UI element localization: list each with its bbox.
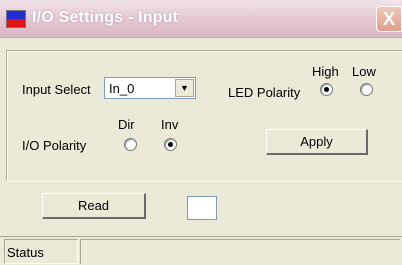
apply-button[interactable]: Apply — [266, 129, 368, 155]
app-icon — [6, 10, 26, 28]
led-polarity-label: LED Polarity — [228, 85, 301, 100]
led-polarity-low-label: Low — [352, 64, 376, 79]
status-label-pane: Status — [4, 239, 78, 264]
io-polarity-dir-radio[interactable] — [124, 138, 137, 151]
settings-group — [6, 50, 402, 182]
input-select-label: Input Select — [22, 82, 91, 97]
chevron-down-icon[interactable]: ▼ — [175, 79, 194, 97]
io-settings-window: I/O Settings - Input X Input Select In_0… — [0, 0, 402, 265]
window-title: I/O Settings - Input — [32, 9, 179, 26]
led-polarity-high-label: High — [312, 64, 339, 79]
close-button[interactable]: X — [376, 6, 402, 32]
io-polarity-inv-radio[interactable] — [164, 138, 177, 151]
radio-dot-icon — [324, 87, 329, 92]
title-bar[interactable]: I/O Settings - Input X — [0, 0, 402, 38]
input-select-value: In_0 — [109, 81, 135, 96]
status-text-pane — [80, 239, 400, 264]
io-polarity-label: I/O Polarity — [22, 138, 87, 153]
io-polarity-inv-label: Inv — [161, 117, 179, 132]
radio-dot-icon — [168, 142, 173, 147]
read-button[interactable]: Read — [42, 193, 146, 219]
status-bar: Status — [0, 236, 402, 265]
led-polarity-high-radio[interactable] — [320, 83, 333, 96]
read-value-field[interactable] — [187, 196, 217, 220]
led-polarity-low-radio[interactable] — [360, 83, 373, 96]
io-polarity-dir-label: Dir — [118, 117, 135, 132]
input-select-dropdown[interactable]: In_0 ▼ — [104, 77, 196, 99]
status-label: Status — [7, 245, 44, 260]
